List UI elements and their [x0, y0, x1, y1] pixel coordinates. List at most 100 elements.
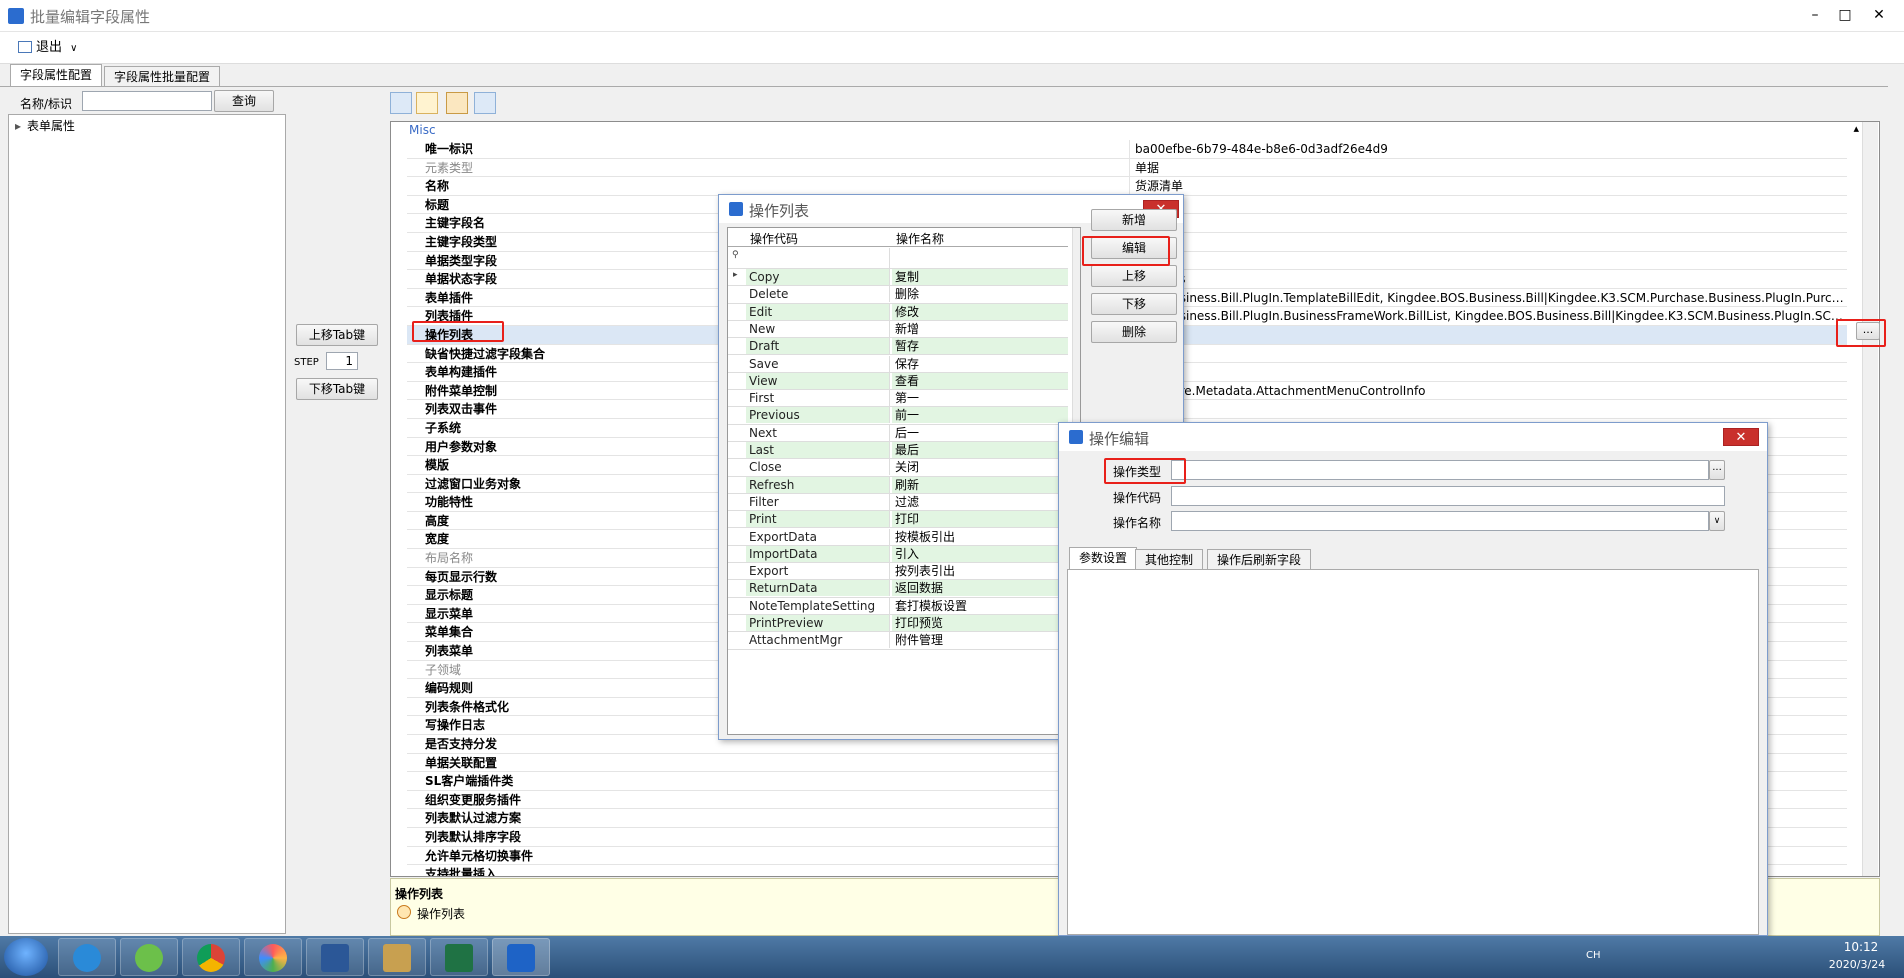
property-pages-icon[interactable] [474, 92, 496, 114]
property-value[interactable]: 货源清单 [1135, 177, 1845, 195]
move-down-tab-key-button[interactable]: 下移Tab键 [296, 378, 378, 400]
property-value[interactable]: BOS.Business.Bill.PlugIn.BusinessFrameWo… [1135, 307, 1845, 325]
operation-row[interactable]: ExportData 按模板引出 [728, 528, 1068, 546]
operation-name-cell[interactable]: 打印 [892, 511, 1068, 528]
operation-name-cell[interactable]: 修改 [892, 303, 1068, 320]
operation-code-cell[interactable]: Export [746, 563, 890, 580]
operation-name-cell[interactable]: 按模板引出 [892, 529, 1068, 545]
new-operation-button[interactable]: 新增 [1091, 209, 1177, 231]
properties-icon[interactable] [446, 92, 468, 114]
taskbar-browser[interactable] [244, 938, 302, 976]
operation-code-cell[interactable]: PrintPreview [746, 615, 890, 631]
operation-row[interactable]: First 第一 [728, 390, 1068, 408]
exit-button[interactable]: 退出 ∨ [14, 38, 83, 58]
operation-name-cell[interactable]: 打印预览 [892, 615, 1068, 631]
operation-name-cell[interactable]: 引入 [892, 545, 1068, 562]
tab-other-control[interactable]: 其他控制 [1135, 549, 1204, 569]
operation-code-cell[interactable]: Print [746, 511, 890, 528]
operation-code-cell[interactable]: Refresh [746, 476, 890, 493]
operation-row[interactable]: Edit 修改 [728, 303, 1068, 321]
property-row[interactable]: 名称 货源清单 [407, 177, 1847, 196]
operation-row[interactable]: Last 最后 [728, 442, 1068, 460]
operation-code-cell[interactable]: Last [746, 442, 890, 458]
property-value[interactable]: ba00efbe-6b79-484e-b8e6-0d3adf26e4d9 [1135, 140, 1845, 158]
delete-operation-button[interactable]: 删除 [1091, 321, 1177, 343]
property-value[interactable]: n) [1135, 326, 1845, 344]
operation-code-cell[interactable]: Save [746, 355, 890, 372]
operation-name-cell[interactable]: 查看 [892, 372, 1068, 389]
operation-row[interactable]: Export 按列表引出 [728, 563, 1068, 581]
taskbar-excel[interactable] [430, 938, 488, 976]
operation-row[interactable]: NoteTemplateSetting 套打模板设置 [728, 597, 1068, 615]
operation-code-cell[interactable]: New [746, 320, 890, 337]
categorized-view-icon[interactable] [390, 92, 412, 114]
taskbar-chrome[interactable] [182, 938, 240, 976]
operation-name-cell[interactable]: 关闭 [892, 459, 1068, 475]
category-misc[interactable]: Misc [391, 122, 1879, 139]
operation-name-dropdown-button[interactable]: ∨ [1709, 511, 1725, 531]
operation-name-cell[interactable]: 刷新 [892, 476, 1068, 493]
property-value[interactable]: 单据 [1135, 159, 1845, 177]
taskbar-app-clover[interactable] [120, 938, 178, 976]
property-grid-scrollbar[interactable] [1862, 122, 1878, 876]
tree-node-form-attributes[interactable]: ▸ 表单属性 [15, 117, 75, 134]
move-down-operation-button[interactable]: 下移 [1091, 293, 1177, 315]
operation-name-cell[interactable]: 按列表引出 [892, 563, 1068, 579]
property-value[interactable]: BOS.Business.Bill.PlugIn.TemplateBillEdi… [1135, 289, 1845, 307]
operation-code-cell[interactable]: Previous [746, 407, 890, 424]
operation-name-input[interactable] [1171, 511, 1709, 531]
operation-name-cell[interactable]: 暂存 [892, 338, 1068, 355]
property-value[interactable]: BOS.Core.Metadata.AttachmentMenuControlI… [1135, 382, 1845, 400]
operation-name-cell[interactable]: 最后 [892, 442, 1068, 458]
new-row[interactable]: ⚲ [728, 248, 1068, 269]
operation-row[interactable]: View 查看 [728, 372, 1068, 391]
operation-code-cell[interactable]: First [746, 390, 890, 407]
operation-code-cell[interactable]: Delete [746, 286, 890, 303]
operation-code-cell[interactable]: View [746, 372, 890, 389]
operation-code-cell[interactable]: ImportData [746, 545, 890, 562]
property-value[interactable]: ntStatus [1135, 270, 1845, 288]
tab-parameter-settings[interactable]: 参数设置 [1069, 547, 1138, 569]
taskbar-word[interactable] [306, 938, 364, 976]
alphabetical-sort-icon[interactable] [416, 92, 438, 114]
operation-code-cell[interactable]: AttachmentMgr [746, 632, 890, 649]
property-row[interactable]: 元素类型 单据 [407, 158, 1847, 178]
new-row-code-cell[interactable] [746, 248, 890, 268]
start-button[interactable] [4, 938, 48, 976]
operation-row[interactable]: Save 保存 [728, 355, 1068, 373]
operation-row[interactable]: PrintPreview 打印预览 [728, 615, 1068, 633]
taskbar-app-designer[interactable] [368, 938, 426, 976]
column-header-op-name[interactable]: 操作名称 [896, 230, 944, 247]
tab-field-attribute-batch-config[interactable]: 字段属性批量配置 [104, 66, 221, 87]
operation-code-cell[interactable]: Draft [746, 338, 890, 355]
operation-row[interactable]: Filter 过滤 [728, 493, 1068, 512]
operation-name-cell[interactable]: 套打模板设置 [892, 598, 1068, 614]
operation-name-cell[interactable]: 前一 [892, 407, 1068, 424]
operation-name-cell[interactable]: 后一 [892, 425, 1068, 441]
operation-name-cell[interactable]: 删除 [892, 286, 1068, 302]
operation-code-cell[interactable]: Filter [746, 493, 890, 510]
operation-type-ellipsis-button[interactable]: ... [1709, 460, 1725, 480]
tab-refresh-fields-after-operation[interactable]: 操作后刷新字段 [1207, 549, 1312, 569]
step-input[interactable] [326, 352, 358, 370]
expand-icon[interactable]: ▸ [15, 119, 21, 133]
property-row[interactable]: 唯一标识 ba00efbe-6b79-484e-b8e6-0d3adf26e4d9 [407, 140, 1847, 159]
property-value[interactable]: n) [1135, 345, 1845, 363]
taskbar-kingdee[interactable] [492, 938, 550, 976]
move-up-operation-button[interactable]: 上移 [1091, 265, 1177, 287]
operation-row[interactable]: AttachmentMgr 附件管理 [728, 632, 1068, 650]
operation-code-cell[interactable]: Copy [746, 269, 890, 285]
column-header-op-code[interactable]: 操作代码 [750, 230, 798, 247]
operation-row[interactable]: Previous 前一 [728, 407, 1068, 425]
minimize-button[interactable]: – [1800, 4, 1830, 28]
operation-row[interactable]: Next 后一 [728, 424, 1068, 442]
input-language[interactable]: CH [1586, 950, 1601, 961]
clock-time[interactable]: 10:12 [1838, 940, 1884, 954]
operation-row[interactable]: Print 打印 [728, 511, 1068, 529]
query-button[interactable]: 查询 [214, 90, 274, 112]
clock-date[interactable]: 2020/3/24 [1820, 958, 1894, 971]
operation-code-cell[interactable]: Next [746, 424, 890, 441]
operation-name-cell[interactable]: 第一 [892, 390, 1068, 406]
taskbar-ie[interactable] [58, 938, 116, 976]
operation-name-cell[interactable]: 保存 [892, 356, 1068, 372]
